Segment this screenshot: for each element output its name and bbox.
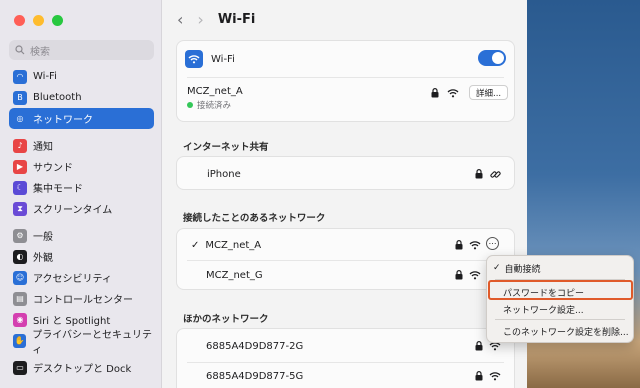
details-button[interactable]: 詳細... [469, 85, 509, 100]
sidebar-item-label: 集中モード [33, 184, 83, 195]
forward-button[interactable]: › [197, 10, 203, 29]
other-network-row[interactable]: 6885A4D9D877-5G [177, 368, 514, 384]
remove-network-menu-item[interactable]: このネットワーク設定を削除... [487, 322, 633, 340]
close-button[interactable] [14, 15, 25, 26]
wifi-signal-icon [469, 269, 481, 281]
toolbar: ‹ › Wi-Fi [163, 0, 527, 38]
sidebar-list: ◠ Wi-Fi B Bluetooth ◎ ネットワーク ♪ 通知 ▶ サウンド ☾ 集中モード ⧗ スク… [9, 66, 154, 384]
sidebar-group: ◠ Wi-Fi B Bluetooth ◎ ネットワーク [9, 66, 154, 129]
sidebar-item-label: スクリーンタイム [33, 205, 113, 216]
sidebar-item[interactable]: ☾ 集中モード [9, 177, 154, 198]
lock-icon [473, 370, 485, 382]
main-pane: ‹ › Wi-Fi Wi-Fi MCZ_net_A 接続済み 詳細... インタ… [163, 0, 527, 388]
wifi-card: Wi-Fi MCZ_net_A 接続済み 詳細... [176, 40, 515, 122]
sidebar-item-label: Bluetooth [33, 92, 82, 103]
hand-icon: ✋ [13, 333, 27, 348]
sidebar-item[interactable]: ⧗ スクリーンタイム [9, 198, 154, 219]
back-button[interactable]: ‹ [177, 10, 183, 29]
sidebar-item-label: コントロールセンター [33, 295, 133, 306]
sidebar-item-label: サウンド [33, 163, 73, 174]
wifi-signal-icon [469, 239, 481, 251]
sidebar-group: ▭ デスクトップと Dock [9, 357, 154, 378]
accessibility-icon: ☺ [13, 270, 27, 285]
hotspot-section-title: インターネット共有 [183, 142, 269, 153]
minimize-button[interactable] [33, 15, 44, 26]
search-placeholder: 検索 [30, 46, 50, 58]
sidebar-item[interactable]: ⚙ 一般 [9, 225, 154, 246]
wifi-signal-icon [447, 87, 459, 99]
settings-window: 検索 ◠ Wi-Fi B Bluetooth ◎ ネットワーク ♪ 通知 ▶ サウンド ☾ 集中モード… [0, 0, 527, 388]
bell-icon: ♪ [13, 138, 27, 153]
sidebar-item[interactable]: ✋ プライバシーとセキュリティ [9, 330, 154, 356]
sidebar: 検索 ◠ Wi-Fi B Bluetooth ◎ ネットワーク ♪ 通知 ▶ サウンド ☾ 集中モード… [0, 0, 162, 388]
page-title: Wi-Fi [217, 11, 256, 27]
sidebar-item[interactable]: ▭ デスクトップと Dock [9, 357, 154, 378]
known-network-name: MCZ_net_G [206, 269, 263, 281]
other-section-title: ほかのネットワーク [183, 314, 269, 325]
wifi-toggle[interactable] [478, 50, 506, 66]
bluetooth-icon: B [13, 90, 27, 105]
sidebar-item[interactable]: ◐ 外観 [9, 246, 154, 267]
known-networks-card: ✓ MCZ_net_A ⋯ MCZ_net_G [176, 228, 515, 290]
sidebar-item[interactable]: ◠ Wi-Fi [9, 66, 154, 87]
other-network-name: 6885A4D9D877-5G [206, 370, 304, 382]
link-icon [489, 168, 501, 180]
other-networks-card: 6885A4D9D877-2G 6885A4D9D877-5G [176, 328, 515, 388]
wifi-icon: ◠ [13, 69, 27, 84]
known-section-title: 接続したことのあるネットワーク [183, 213, 326, 224]
sidebar-item-label: 一般 [33, 232, 53, 243]
sidebar-item[interactable]: ▤ コントロールセンター [9, 288, 154, 309]
sidebar-item[interactable]: B Bluetooth [9, 87, 154, 108]
wifi-app-icon [185, 50, 203, 68]
search-icon [15, 45, 25, 55]
connected-status: 接続済み [197, 100, 232, 111]
sidebar-item[interactable]: ♪ 通知 [9, 135, 154, 156]
sidebar-item[interactable]: ◎ ネットワーク [9, 108, 154, 129]
lock-icon [429, 87, 441, 99]
window-controls [14, 15, 63, 26]
sidebar-group: ⚙ 一般 ◐ 外観 ☺ アクセシビリティ ▤ コントロールセンター ◉ Siri と Spotli… [9, 225, 154, 356]
sidebar-item-label: プライバシーとセキュリティ [32, 329, 153, 356]
desktop-icon: ▭ [13, 360, 27, 375]
known-network-name: MCZ_net_A [205, 239, 262, 251]
sidebar-item-label: デスクトップと Dock [33, 364, 132, 375]
hotspot-device-name[interactable]: iPhone [207, 169, 241, 180]
other-network-name: 6885A4D9D877-2G [206, 340, 304, 352]
sidebar-item-label: ネットワーク [33, 115, 93, 126]
zoom-button[interactable] [52, 15, 63, 26]
control-center-icon: ▤ [13, 291, 27, 306]
sidebar-item-label: アクセシビリティ [33, 274, 112, 285]
sidebar-item-label: Wi-Fi [33, 71, 57, 82]
wifi-label: Wi-Fi [211, 53, 235, 65]
network-settings-menu-item[interactable]: ネットワーク設定... [487, 300, 633, 318]
checkmark-icon: ✓ [191, 239, 200, 251]
connected-dot-icon [187, 101, 193, 108]
hotspot-card: iPhone [176, 156, 515, 190]
sidebar-group: ♪ 通知 ▶ サウンド ☾ 集中モード ⧗ スクリーンタイム [9, 135, 154, 219]
hourglass-icon: ⧗ [13, 201, 27, 216]
gear-icon: ⚙ [13, 228, 27, 243]
sidebar-item-label: 外観 [33, 253, 53, 264]
lock-icon [453, 239, 465, 251]
speaker-icon: ▶ [13, 159, 27, 174]
lock-icon [453, 269, 465, 281]
checkmark-icon: ✓ [493, 263, 501, 273]
auto-join-label: 自動接続 [504, 264, 541, 275]
auto-join-menu-item[interactable]: ✓ 自動接続 [487, 259, 633, 277]
moon-icon: ☾ [13, 180, 27, 195]
lock-icon [473, 168, 485, 180]
wifi-signal-icon [489, 370, 501, 382]
lock-icon [473, 340, 485, 352]
more-options-icon[interactable]: ⋯ [486, 237, 499, 250]
sidebar-item[interactable]: ☺ アクセシビリティ [9, 267, 154, 288]
sidebar-item-label: 通知 [33, 142, 53, 153]
sidebar-item[interactable]: ▶ サウンド [9, 156, 154, 177]
copy-password-highlight [488, 280, 633, 300]
connected-network-name: MCZ_net_A [187, 85, 243, 97]
appearance-icon: ◐ [13, 249, 27, 264]
other-network-row[interactable]: 6885A4D9D877-2G [177, 338, 514, 354]
search-input[interactable]: 検索 [9, 40, 154, 60]
siri-icon: ◉ [13, 312, 27, 327]
globe-icon: ◎ [13, 111, 27, 126]
